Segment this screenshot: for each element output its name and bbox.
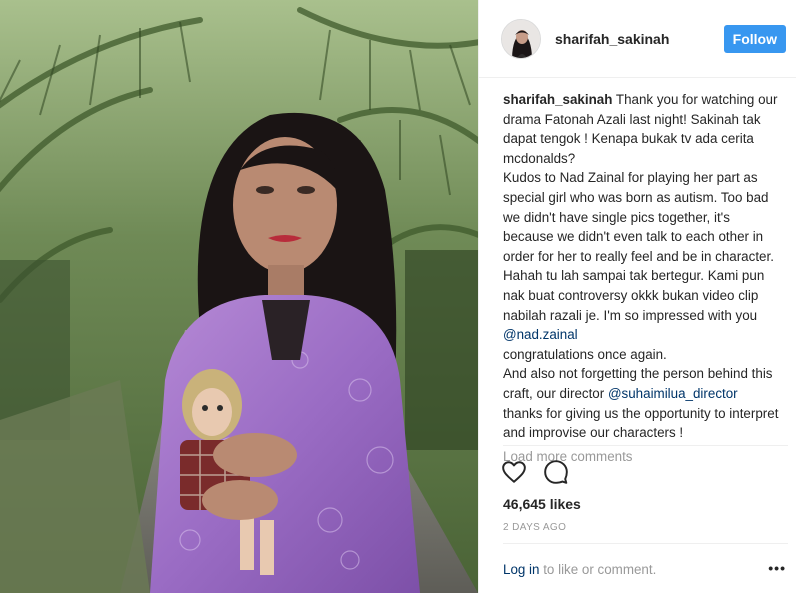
- caption-text-1: Thank you for watching our drama Fatonah…: [503, 92, 778, 323]
- mention-link[interactable]: @suhaimilua_director: [608, 386, 738, 401]
- post-photo[interactable]: [0, 0, 478, 593]
- avatar-image: [502, 19, 540, 58]
- caption-text-3: thanks for giving us the opportunity to …: [503, 405, 779, 441]
- speech-bubble-icon[interactable]: [543, 459, 569, 485]
- author-username[interactable]: sharifah_sakinah: [555, 31, 724, 47]
- more-options-icon[interactable]: •••: [768, 560, 786, 576]
- speech-bubble-icon: [544, 460, 568, 484]
- mention-link[interactable]: @nad.zainal: [503, 327, 578, 342]
- instagram-post: sharifah_sakinah Follow sharifah_sakinah…: [0, 0, 796, 593]
- comment-footer: Log in to like or comment. •••: [503, 560, 788, 577]
- divider: [503, 445, 788, 446]
- post-actions: [501, 459, 569, 485]
- heart-outline-icon[interactable]: [501, 459, 527, 485]
- follow-button[interactable]: Follow: [723, 24, 786, 53]
- post-sidebar: sharifah_sakinah Follow sharifah_sakinah…: [478, 0, 796, 593]
- post-caption: sharifah_sakinah Thank you for watching …: [479, 78, 796, 443]
- likes-count[interactable]: 46,645 likes: [503, 496, 581, 512]
- avatar[interactable]: [501, 18, 541, 59]
- login-link[interactable]: Log in: [503, 562, 539, 577]
- post-header: sharifah_sakinah Follow: [479, 0, 796, 78]
- caption-author[interactable]: sharifah_sakinah: [503, 92, 612, 107]
- post-image: [0, 0, 478, 593]
- divider: [503, 543, 788, 544]
- heart-outline-icon: [502, 461, 526, 483]
- login-prompt: to like or comment.: [539, 562, 657, 577]
- post-date: 2 DAYS AGO: [503, 522, 567, 533]
